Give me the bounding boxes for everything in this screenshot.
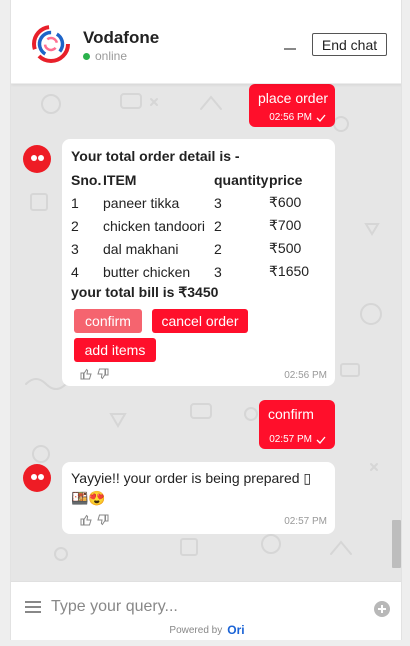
bot-avatar <box>23 464 51 492</box>
message-time: 02:56 PM <box>284 370 327 381</box>
order-total: your total bill is ₹3450 <box>71 284 219 300</box>
table-row: 3 dal makhani 2 ₹500 <box>71 237 309 260</box>
cell-sno: 4 <box>71 263 79 280</box>
column-header-sno: Sno. <box>71 171 102 188</box>
online-dot-icon <box>83 52 90 60</box>
cell-sno: 3 <box>71 240 79 257</box>
chat-header: Vodafone online End chat <box>11 0 401 84</box>
thumbs-up-icon[interactable] <box>80 368 92 380</box>
cell-item: paneer tikka <box>103 194 180 211</box>
cell-price: ₹1650 <box>269 263 310 279</box>
cell-quantity: 2 <box>214 217 222 234</box>
user-message-confirm: confirm 02:57 PM <box>259 400 335 449</box>
online-status: online <box>83 49 127 63</box>
menu-icon[interactable] <box>25 601 41 613</box>
cell-quantity: 3 <box>214 194 222 211</box>
chat-scrollbar[interactable] <box>392 520 401 568</box>
column-header-item: ITEM <box>103 171 137 188</box>
powered-by: Powered by Ori <box>11 623 401 637</box>
order-table-header: Sno. ITEM quantity price <box>71 168 309 191</box>
vodafone-logo <box>32 25 70 63</box>
cell-price: ₹500 <box>269 240 302 256</box>
cell-price: ₹700 <box>269 217 302 233</box>
thumbs-up-icon[interactable] <box>80 514 92 526</box>
order-title: Your total order detail is - <box>71 148 240 164</box>
emoji-line: 🍱😍 <box>71 490 106 506</box>
table-row: 4 butter chicken 3 ₹1650 <box>71 260 309 283</box>
end-chat-button[interactable]: End chat <box>312 33 387 56</box>
powered-by-label: Powered by <box>169 624 223 636</box>
cell-item: butter chicken <box>103 263 191 280</box>
order-table: Sno. ITEM quantity price 1 paneer tikka … <box>71 168 309 283</box>
bot-message-order-detail: Your total order detail is - Sno. ITEM q… <box>62 139 335 386</box>
table-row: 1 paneer tikka 3 ₹600 <box>71 191 309 214</box>
status-label: online <box>95 49 128 63</box>
feedback-icons <box>80 514 109 526</box>
cell-item: chicken tandoori <box>103 217 205 234</box>
check-icon <box>316 436 326 444</box>
user-message-place-order: place order 02:56 PM <box>249 84 335 127</box>
add-items-button[interactable]: add items <box>74 338 156 362</box>
message-time: 02:56 PM <box>269 112 312 123</box>
cell-item: dal makhani <box>103 240 179 257</box>
confirm-button[interactable]: confirm <box>74 309 142 333</box>
column-header-price: price <box>269 171 303 188</box>
column-header-quantity: quantity <box>214 171 269 188</box>
message-time: 02:57 PM <box>284 516 327 527</box>
cancel-order-button[interactable]: cancel order <box>152 309 248 333</box>
cell-sno: 1 <box>71 194 79 211</box>
bot-avatar <box>23 145 51 173</box>
bot-message-order-prepared: Yayyie!! your order is being prepared ▯ … <box>62 462 335 534</box>
cell-quantity: 3 <box>214 263 222 280</box>
table-row: 2 chicken tandoori 2 ₹700 <box>71 214 309 237</box>
message-text: Yayyie!! your order is being prepared ▯ <box>71 470 312 486</box>
thumbs-down-icon[interactable] <box>97 368 109 380</box>
chat-area[interactable]: place order 02:56 PM Your total order de… <box>11 84 401 581</box>
message-text: confirm <box>268 406 314 422</box>
chat-window: Vodafone online End chat place order 02:… <box>10 0 402 640</box>
cell-sno: 2 <box>71 217 79 234</box>
thumbs-down-icon[interactable] <box>97 514 109 526</box>
feedback-icons <box>80 368 109 380</box>
cell-quantity: 2 <box>214 240 222 257</box>
ori-logo: Ori <box>227 623 245 637</box>
message-meta: 02:56 PM <box>269 112 326 123</box>
query-input[interactable] <box>51 596 351 618</box>
message-time: 02:57 PM <box>269 434 312 445</box>
plus-icon[interactable] <box>374 601 390 617</box>
brand-name: Vodafone <box>83 28 160 47</box>
check-icon <box>316 114 326 122</box>
cell-price: ₹600 <box>269 194 302 210</box>
message-text: place order <box>258 90 329 106</box>
chat-footer: Powered by Ori <box>11 581 401 640</box>
minimize-icon[interactable] <box>282 32 298 52</box>
message-meta: 02:57 PM <box>269 434 326 445</box>
